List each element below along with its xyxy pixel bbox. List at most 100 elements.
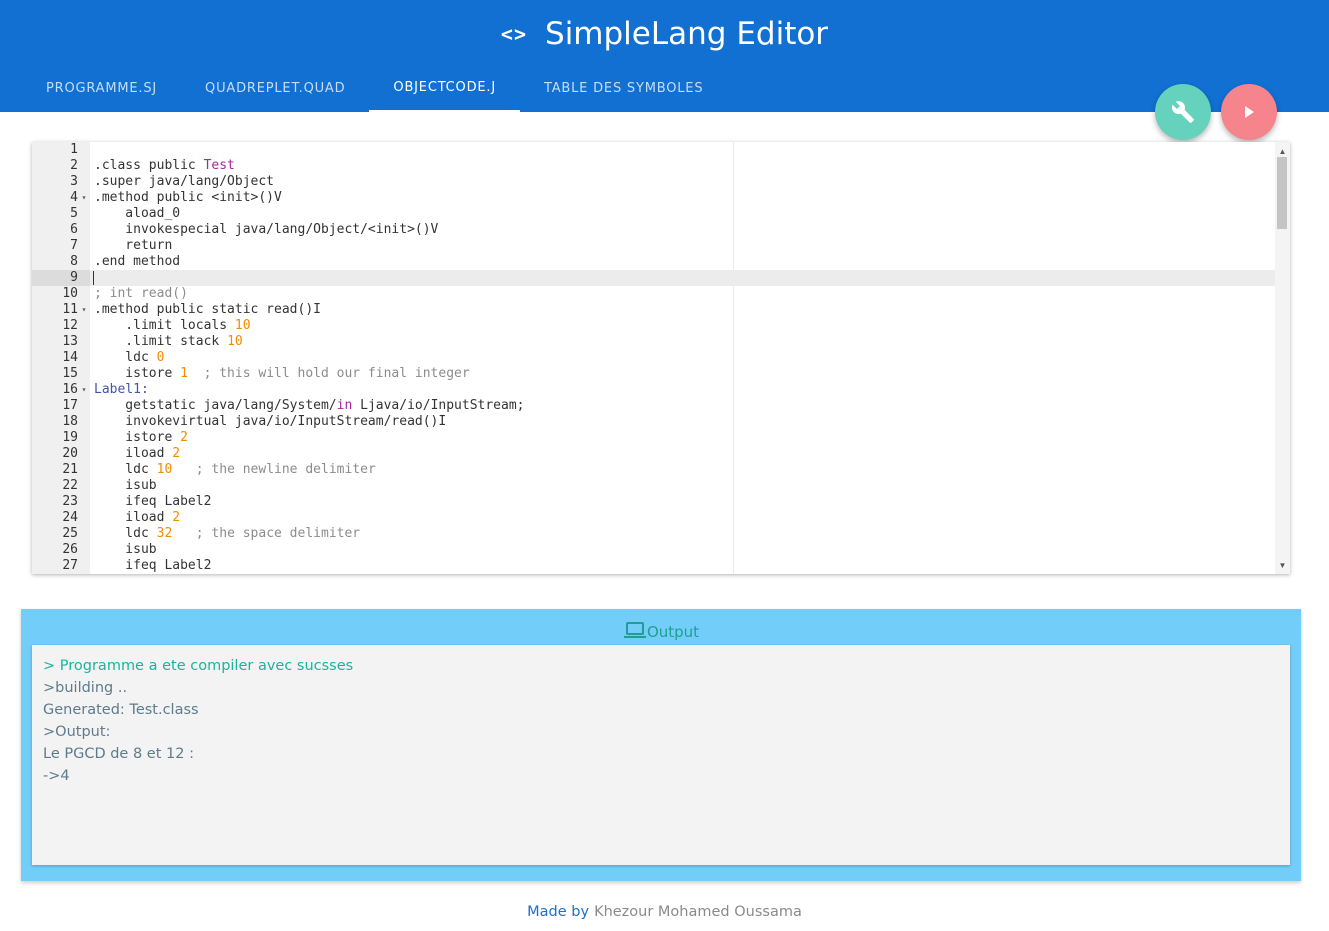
play-icon [1245,106,1254,118]
code-text: .class public Test [94,158,235,174]
code-text: return [94,238,172,254]
code-token: 10 [234,318,251,333]
fold-toggle-icon[interactable]: ▾ [79,190,89,206]
code-token: .end method [94,254,181,269]
line-number: 4 [70,190,78,205]
line-number: 12 [62,318,78,333]
editor-scrollbar[interactable]: ▲ ▼ [1275,142,1290,574]
code-line[interactable]: 6 invokespecial java/lang/Object/<init>(… [32,222,1275,238]
line-number: 21 [62,462,78,477]
code-token: .method public static read()I [94,302,321,317]
line-number: 6 [70,222,78,237]
code-line[interactable]: 19 istore 2 [32,430,1275,446]
tab-label: OBJECTCODE.J [393,79,496,95]
tab-label: QUADREPLET.QUAD [205,80,346,96]
code-line[interactable]: 2 .class public Test [32,158,1275,174]
code-icon: <> [500,22,528,46]
code-text: .end method [94,254,180,270]
code-line[interactable]: 26 isub [32,542,1275,558]
code-token: .limit locals [94,318,235,333]
console-line: >Output: [43,724,111,740]
scroll-thumb[interactable] [1277,157,1287,229]
build-button[interactable] [1155,84,1211,140]
code-line[interactable]: 11 ▾ .method public static read()I [32,302,1275,318]
code-line[interactable]: 20 iload 2 [32,446,1275,462]
code-token: .method public <init>()V [94,190,282,205]
code-editor[interactable]: 1 2 .class public Test 3 .super java/lang/Ob… [32,142,1290,574]
code-line[interactable]: 16 ▾ Label1: [32,382,1275,398]
console-line: Generated: Test.class [43,702,199,718]
code-line[interactable]: 8 .end method [32,254,1275,270]
tab-programme[interactable]: PROGRAMME.SJ [22,66,181,112]
line-number: 13 [62,334,78,349]
code-text: istore 2 [94,430,188,446]
output-title: Output [646,623,700,641]
code-text: invokevirtual java/io/InputStream/read()… [94,414,446,430]
code-line[interactable]: 15 istore 1 ; this will hold our final i… [32,366,1275,382]
code-line[interactable]: 17 getstatic java/lang/System/in Ljava/i… [32,398,1275,414]
code-line[interactable]: 9 [32,270,1275,286]
line-number: 15 [62,366,78,381]
code-line[interactable]: 12 .limit locals 10 [32,318,1275,334]
code-text: .method public <init>()V [94,190,282,206]
code-token: istore [94,366,181,381]
line-number: 2 [70,158,78,173]
code-line[interactable]: 3 .super java/lang/Object [32,174,1275,190]
code-token: isub [94,542,157,557]
code-line[interactable]: 27 ifeq Label2 [32,558,1275,574]
footer-label: Made by [527,904,590,920]
fold-toggle-icon[interactable]: ▾ [79,382,89,398]
code-token: ; the space delimiter [172,526,361,541]
code-line[interactable]: 10 ; int read() [32,286,1275,302]
code-text: ldc 0 [94,350,164,366]
code-lines[interactable]: 1 2 .class public Test 3 .super java/lang/Ob… [32,142,1275,574]
code-line[interactable]: 18 invokevirtual java/io/InputStream/rea… [32,414,1275,430]
line-number: 10 [62,286,78,301]
tab-symbol-table[interactable]: TABLE DES SYMBOLES [520,66,727,112]
code-text: isub [94,542,157,558]
scroll-up-icon[interactable]: ▲ [1275,144,1290,158]
fold-toggle-icon[interactable]: ▾ [79,302,89,318]
app-title: SimpleLang Editor [545,16,829,52]
code-line[interactable]: 14 ldc 0 [32,350,1275,366]
code-token: istore [94,430,181,445]
tab-quadreplet[interactable]: QUADREPLET.QUAD [181,66,369,112]
line-number: 24 [62,510,78,525]
line-number: 27 [62,558,78,573]
tab-label: TABLE DES SYMBOLES [543,80,704,96]
run-button[interactable] [1221,84,1277,140]
line-number: 7 [70,238,78,253]
code-line[interactable]: 13 .limit stack 10 [32,334,1275,350]
code-line[interactable]: 24 iload 2 [32,510,1275,526]
code-line[interactable]: 21 ldc 10 ; the newline delimiter [32,462,1275,478]
code-token: 0 [156,350,165,365]
tab-objectcode[interactable]: OBJECTCODE.J [369,66,520,112]
app-header: <> SimpleLang Editor PROGRAMME.SJ QUADRE… [0,0,1329,112]
output-header: Output [21,613,1301,641]
code-line[interactable]: 4 ▾ .method public <init>()V [32,190,1275,206]
line-number: 1 [70,142,78,157]
code-text: .super java/lang/Object [94,174,274,190]
code-token: iload [94,446,173,461]
code-line[interactable]: 25 ldc 32 ; the space delimiter [32,526,1275,542]
tab-bar: PROGRAMME.SJ QUADREPLET.QUAD OBJECTCODE.… [22,66,727,112]
code-token: in [336,398,353,413]
code-text: ; int read() [94,286,188,302]
code-text: getstatic java/lang/System/in Ljava/io/I… [94,398,524,414]
code-text: .method public static read()I [94,302,321,318]
line-number: 14 [62,350,78,365]
code-token: .super java/lang/Object [94,174,275,189]
scroll-down-icon[interactable]: ▼ [1275,558,1290,572]
code-token: invokespecial java/lang/Object/<init>()V [94,222,439,237]
line-number: 8 [70,254,78,269]
code-line[interactable]: 22 isub [32,478,1275,494]
line-number: 26 [62,542,78,557]
code-line[interactable]: 1 [32,142,1275,158]
console-line: > Programme a ete compiler avec sucsses [43,658,354,674]
code-token: getstatic java/lang/System/ [94,398,337,413]
code-line[interactable]: 7 return [32,238,1275,254]
code-line[interactable]: 23 ifeq Label2 [32,494,1275,510]
code-line[interactable]: 5 aload_0 [32,206,1275,222]
line-number: 3 [70,174,78,189]
line-number: 23 [62,494,78,509]
